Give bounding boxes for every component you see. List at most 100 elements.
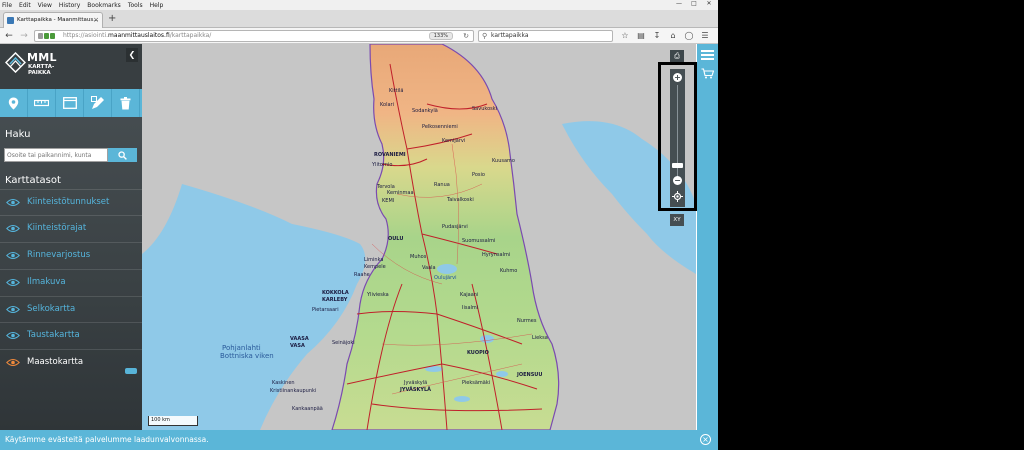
menu-tools[interactable]: Tools bbox=[128, 2, 143, 9]
map-label: Ylivieska bbox=[366, 292, 389, 298]
place-search-input[interactable] bbox=[4, 148, 108, 162]
locate-me-icon[interactable] bbox=[672, 191, 683, 202]
layer-label: Selkokartta bbox=[27, 304, 76, 314]
eye-icon[interactable] bbox=[6, 305, 20, 314]
eye-icon[interactable] bbox=[6, 358, 20, 367]
layer-item-kiinteistorajat[interactable]: Kiinteistörajat bbox=[0, 215, 142, 241]
map-label: OULU bbox=[388, 236, 403, 242]
layer-item-kiinteistotunnukset[interactable]: Kiinteistötunnukset bbox=[0, 189, 142, 215]
map-label: Seinäjoki bbox=[332, 340, 355, 346]
ruler-icon bbox=[34, 99, 49, 107]
layer-label: Kiinteistötunnukset bbox=[27, 197, 110, 207]
menu-icon[interactable] bbox=[701, 50, 714, 60]
map-label: Jyväskylä bbox=[403, 380, 427, 386]
logo-subtitle: KARTTA-PAIKKA bbox=[28, 64, 55, 76]
navigation-bar: ← → https://asiointi.maanmittauslaitos.f… bbox=[0, 28, 718, 44]
map-label: Nurmes bbox=[517, 318, 537, 324]
logo-title: MML bbox=[27, 51, 57, 64]
layer-item-taustakartta[interactable]: Taustakartta bbox=[0, 322, 142, 348]
print-area-tool[interactable] bbox=[56, 89, 84, 117]
empty-black-area bbox=[718, 0, 1024, 450]
place-search-button[interactable] bbox=[108, 148, 137, 162]
eye-icon[interactable] bbox=[6, 331, 20, 340]
map-label: Pohjanlahti bbox=[222, 344, 261, 352]
maximize-icon[interactable]: □ bbox=[687, 0, 701, 8]
map-label: Kuhmo bbox=[500, 268, 517, 274]
clear-tool[interactable] bbox=[112, 89, 140, 117]
close-notice-icon[interactable]: × bbox=[700, 434, 711, 445]
menu-view[interactable]: View bbox=[38, 2, 52, 9]
download-icon[interactable]: ↧ bbox=[650, 30, 664, 42]
zoom-in-button[interactable]: + bbox=[673, 73, 682, 82]
reading-list-icon[interactable]: ▤ bbox=[634, 30, 648, 42]
layer-opacity-slider[interactable] bbox=[125, 368, 137, 374]
map-label: Pieksämäki bbox=[462, 380, 490, 386]
layer-item-maastokartta[interactable]: Maastokartta bbox=[0, 349, 142, 375]
map-label: VAASA bbox=[290, 336, 309, 342]
forward-icon[interactable]: → bbox=[18, 30, 30, 42]
map-frame-icon bbox=[62, 97, 77, 109]
menu-file[interactable]: File bbox=[2, 2, 12, 9]
back-icon[interactable]: ← bbox=[3, 30, 15, 42]
menu-bookmarks[interactable]: Bookmarks bbox=[87, 2, 121, 9]
mml-logo[interactable]: MML KARTTA-PAIKKA bbox=[5, 49, 60, 83]
place-marker-tool[interactable] bbox=[0, 89, 28, 117]
url-host: maanmittauslaitos.fi bbox=[108, 32, 170, 39]
hamburger-menu-icon[interactable]: ☰ bbox=[698, 30, 712, 42]
map-label: Savukoski bbox=[472, 106, 497, 112]
eye-icon[interactable] bbox=[6, 251, 20, 260]
menu-history[interactable]: History bbox=[59, 2, 80, 9]
url-bar[interactable]: https://asiointi.maanmittauslaitos.fi/ka… bbox=[34, 30, 474, 42]
minimize-icon[interactable]: — bbox=[672, 0, 686, 8]
map-canvas[interactable]: Kittilä Sodankylä Savukoski Kolari Pelko… bbox=[142, 44, 696, 430]
reload-icon[interactable]: ↻ bbox=[463, 31, 469, 41]
zoom-level-badge[interactable]: 133% bbox=[428, 32, 453, 40]
layer-label: Kiinteistörajat bbox=[27, 223, 87, 233]
browser-menubar: File Edit View History Bookmarks Tools H… bbox=[0, 0, 718, 10]
eye-icon[interactable] bbox=[6, 224, 20, 233]
eye-icon[interactable] bbox=[6, 278, 20, 287]
bookmark-star-icon[interactable]: ☆ bbox=[618, 30, 632, 42]
layer-item-selkokartta[interactable]: Selkokartta bbox=[0, 296, 142, 322]
cart-icon[interactable] bbox=[701, 68, 714, 79]
collapse-sidebar-button[interactable]: ❮ bbox=[126, 48, 138, 62]
magnifier-icon bbox=[118, 150, 127, 160]
url-prefix: https://asiointi. bbox=[63, 32, 109, 39]
cookie-notice: Käytämme evästeitä palvelumme laadunvalv… bbox=[0, 430, 718, 450]
map-label: Ranua bbox=[434, 182, 450, 188]
measure-tool[interactable] bbox=[28, 89, 56, 117]
close-tab-icon[interactable]: × bbox=[93, 16, 99, 24]
map-label: Suomussalmi bbox=[462, 238, 495, 244]
draw-tool[interactable] bbox=[84, 89, 112, 117]
layer-item-ilmakuva[interactable]: Ilmakuva bbox=[0, 269, 142, 295]
sidebar-header: MML KARTTA-PAIKKA ❮ bbox=[0, 44, 142, 89]
map-label: Kemijärvi bbox=[442, 138, 465, 144]
browser-tab[interactable]: Karttapaikka - Maanmittaus... × bbox=[3, 12, 103, 28]
zoom-out-button[interactable]: − bbox=[673, 176, 682, 185]
home-icon[interactable]: ⌂ bbox=[666, 30, 680, 42]
map-label: JOENSUU bbox=[516, 372, 542, 378]
search-section-title: Haku bbox=[5, 129, 31, 140]
map-label: Lieksa bbox=[532, 335, 548, 341]
place-search bbox=[4, 148, 137, 162]
eye-icon[interactable] bbox=[6, 198, 20, 207]
map-label: Pudasjärvi bbox=[442, 224, 468, 230]
right-toolbar bbox=[697, 44, 718, 430]
map-label: Hyrynsalmi bbox=[482, 252, 510, 258]
menu-edit[interactable]: Edit bbox=[19, 2, 31, 9]
print-button[interactable]: ⎙ bbox=[670, 50, 684, 62]
coordinate-tool-button[interactable]: XY bbox=[670, 214, 684, 226]
map-label: Kristiinankaupunki bbox=[270, 388, 316, 394]
new-tab-icon[interactable]: + bbox=[108, 13, 116, 24]
map-label: KARLEBY bbox=[322, 297, 348, 303]
scale-bar: 100 km bbox=[148, 416, 198, 426]
map-label: Muhos bbox=[410, 254, 427, 260]
browser-search-input[interactable]: ⚲ karttapaikka bbox=[478, 30, 613, 42]
pocket-icon[interactable]: ◯ bbox=[682, 30, 696, 42]
zoom-slider-handle[interactable] bbox=[672, 163, 683, 168]
layer-item-rinnevarjostus[interactable]: Rinnevarjostus bbox=[0, 242, 142, 268]
map-label: Kolari bbox=[380, 102, 394, 108]
map-label: Liminka bbox=[364, 257, 383, 263]
menu-help[interactable]: Help bbox=[150, 2, 164, 9]
close-window-icon[interactable]: ✕ bbox=[702, 0, 716, 8]
